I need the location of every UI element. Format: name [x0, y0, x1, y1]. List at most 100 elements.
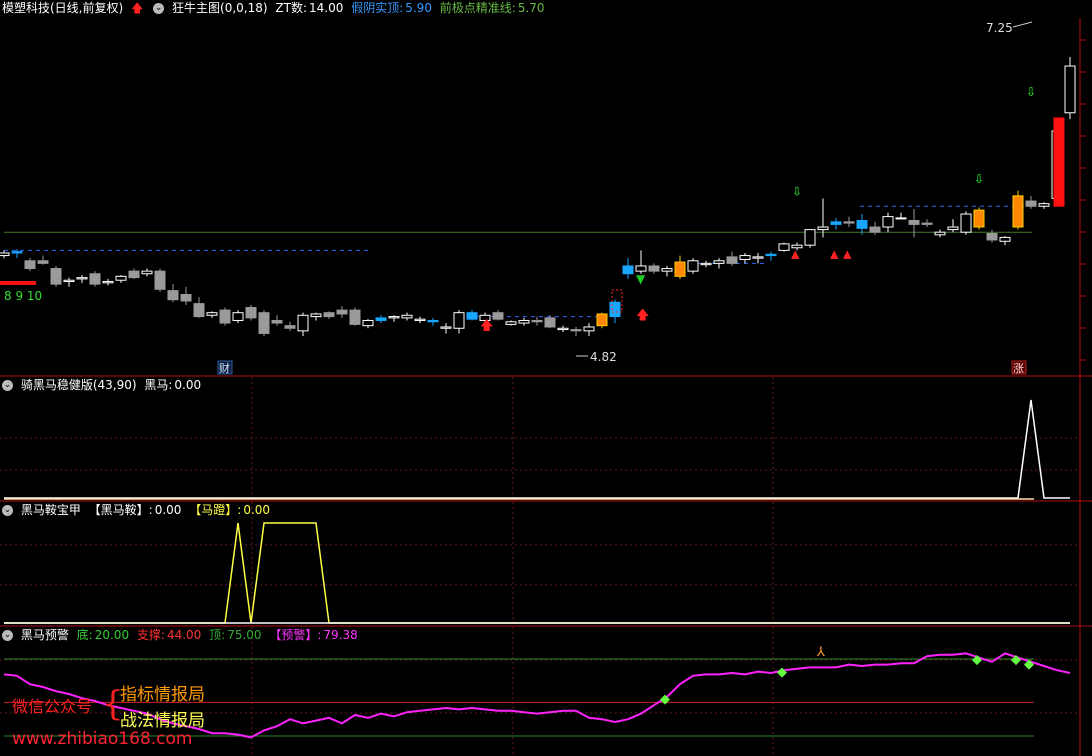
candle-body	[635, 265, 647, 272]
candle-body	[544, 317, 556, 328]
warn-label: 【预警】:	[269, 628, 322, 642]
candle-body	[89, 273, 101, 285]
candle-body	[128, 270, 140, 279]
candle	[778, 242, 790, 252]
cai-badge[interactable]: 财	[217, 360, 233, 375]
candle-body	[882, 216, 894, 228]
pane4-header: ⌄ 黑马预警 底: 20.00 支撑: 44.00 顶: 75.00 【预警】: 79.…	[0, 627, 362, 643]
candle-body	[986, 232, 998, 241]
pane3-header: ⌄ 黑马鞍宝甲 【黑马鞍】: 0.00 【马蹬】: 0.00	[0, 502, 274, 518]
candle-body	[752, 256, 764, 259]
warning-triangle-icon: ▲	[830, 248, 839, 261]
watermark-line2: 战法情报局	[120, 711, 205, 731]
candle	[804, 229, 816, 248]
candle-body	[453, 312, 465, 329]
support-value: 44.00	[166, 628, 202, 642]
candle-body	[24, 260, 36, 270]
candle	[973, 207, 985, 230]
candle-body	[375, 317, 387, 321]
pane2-label: 黑马:	[144, 378, 173, 392]
candle-body	[37, 260, 49, 264]
zhang-badge-text: 涨	[1013, 362, 1024, 375]
pane4-title[interactable]: 黑马预警	[21, 628, 69, 642]
candle-body	[1012, 195, 1024, 228]
cai-badge-text: 财	[219, 361, 230, 375]
support-label: 支撑:	[136, 628, 165, 642]
candle-body	[648, 265, 660, 272]
top-label: 顶:	[209, 628, 226, 642]
candle-body	[921, 222, 933, 225]
candle-body	[960, 213, 972, 233]
candle-body	[661, 268, 673, 272]
candle-body	[700, 262, 712, 266]
peak-marker-icon: ⅄	[816, 645, 825, 660]
candle-body	[180, 294, 192, 302]
fake-label: 假阴实顶:	[351, 1, 404, 15]
candle-body	[0, 252, 10, 257]
diamond-icon: ◆	[1011, 653, 1021, 668]
candle-body	[206, 312, 218, 316]
high-price-label: 7.25	[986, 21, 1013, 35]
candle-body	[934, 231, 946, 236]
candle-body	[167, 290, 179, 301]
candle-body	[570, 329, 582, 332]
sell-arrow-icon: ⇩	[974, 172, 984, 186]
candle-body	[999, 236, 1011, 242]
diamond-icon: ◆	[972, 653, 982, 668]
candle-body	[323, 312, 335, 318]
bar-counter: 8 9 10	[4, 289, 42, 303]
indicator-title[interactable]: 狂牛主图(0,0,18)	[172, 1, 268, 15]
collapse-icon[interactable]: ⌄	[2, 505, 13, 516]
candle-body	[492, 312, 504, 320]
pane2-header: ⌄ 骑黑马稳健版(43,90) 黑马: 0.00	[0, 377, 205, 393]
candle-body	[739, 255, 751, 260]
diamond-icon: ◆	[660, 692, 670, 707]
candle-body	[336, 309, 348, 315]
pane3-value2: 0.00	[243, 503, 271, 517]
stock-title[interactable]: 模塑科技(日线,前复权)	[2, 1, 123, 15]
candle-body	[115, 275, 127, 281]
buy-arrow-icon: 🡅	[480, 318, 493, 333]
buy-arrow-icon: 🡅	[636, 308, 649, 323]
zt-value: 14.00	[309, 1, 344, 15]
candle	[154, 268, 166, 292]
watermark-wechat: 微信公众号	[12, 697, 93, 716]
candle-body	[557, 327, 569, 331]
candle-body	[141, 270, 153, 275]
candle-body	[154, 270, 166, 290]
warning-triangle-icon: ▲	[791, 248, 800, 261]
limit-up-candle	[1053, 117, 1065, 207]
collapse-icon[interactable]: ⌄	[2, 380, 13, 391]
candle-body	[193, 303, 205, 318]
collapse-icon[interactable]: ⌄	[153, 3, 165, 14]
candle-body	[622, 265, 634, 275]
candle-body	[804, 229, 816, 246]
candle-body	[63, 279, 75, 283]
candle-body	[76, 277, 88, 280]
candle-body	[583, 326, 595, 332]
candle-body	[778, 243, 790, 251]
candle-body	[726, 256, 738, 264]
pane3-value1: 0.00	[154, 503, 182, 517]
candle	[219, 307, 231, 326]
top-value: 75.00	[227, 628, 262, 642]
prev-value: 5.70	[517, 1, 545, 15]
candle-body	[466, 312, 478, 320]
main-header: 模塑科技(日线,前复权) 🡅 ⌄ 狂牛主图(0,0,18) ZT数: 14.00 …	[0, 0, 549, 16]
pane3-label2: 【马蹬】:	[189, 503, 242, 517]
candle-body	[414, 318, 426, 321]
candle-body	[947, 226, 959, 231]
candle	[89, 271, 101, 287]
pane2-title[interactable]: 骑黑马稳健版(43,90)	[21, 378, 137, 392]
candle-body	[518, 319, 530, 324]
candle	[1012, 190, 1024, 230]
candle-body	[297, 314, 309, 332]
candle-body	[895, 217, 907, 220]
candle-body	[531, 319, 543, 323]
prev-label: 前极点精准线:	[439, 1, 516, 15]
pane3-title[interactable]: 黑马鞍宝甲	[21, 503, 81, 517]
watermark-url: www.zhibiao168.com	[12, 729, 193, 749]
zhang-badge[interactable]: 涨	[1011, 360, 1027, 375]
candle-body	[973, 209, 985, 228]
collapse-icon[interactable]: ⌄	[2, 630, 13, 641]
